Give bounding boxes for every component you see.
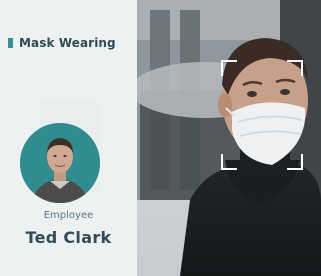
avatar xyxy=(20,123,100,203)
panel-title: Mask Wearing xyxy=(19,36,116,50)
mask-detection-scene: Mask Wearing Employee Ted Clark xyxy=(0,0,321,276)
person-name: Ted Clark xyxy=(25,228,112,247)
info-panel: Mask Wearing Employee Ted Clark xyxy=(0,0,137,276)
person-avatar-icon xyxy=(20,123,100,203)
panel-header: Mask Wearing xyxy=(8,36,116,50)
role-label: Employee xyxy=(43,210,94,221)
status-bar-icon xyxy=(8,38,13,48)
